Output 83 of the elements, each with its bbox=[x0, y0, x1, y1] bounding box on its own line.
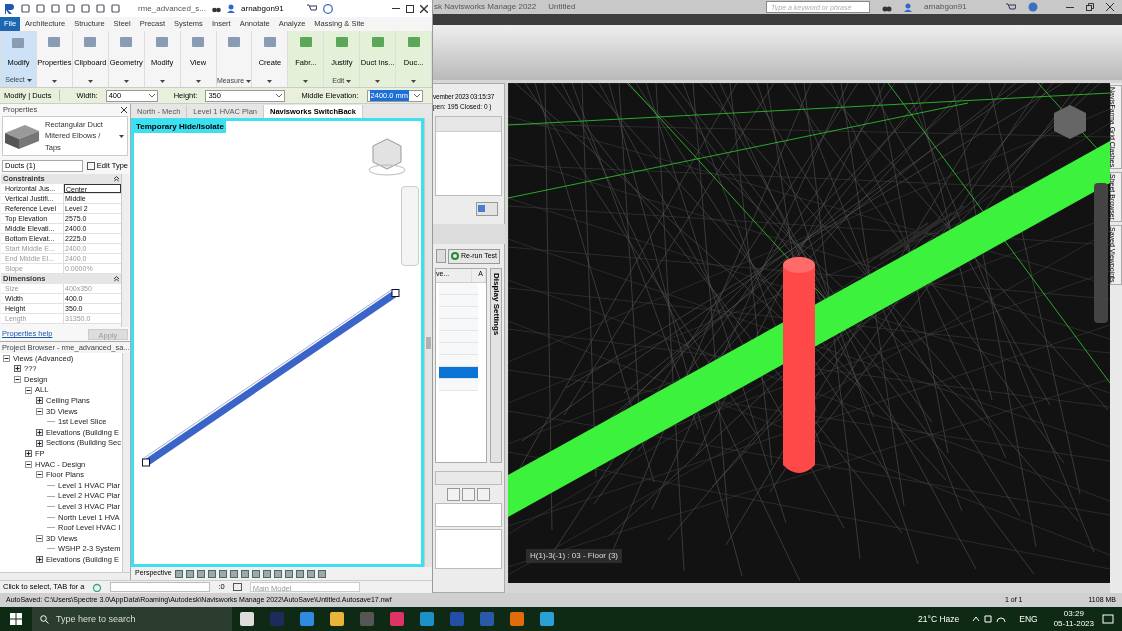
search-icon bbox=[40, 615, 49, 624]
expander-icon[interactable] bbox=[3, 354, 10, 362]
close-icon bbox=[1106, 3, 1114, 11]
windows-icon bbox=[10, 613, 22, 625]
scrollbar[interactable] bbox=[122, 353, 130, 572]
view-cube-icon bbox=[367, 137, 407, 177]
caret-icon bbox=[119, 134, 124, 138]
caret-icon bbox=[413, 93, 420, 98]
app-icon bbox=[479, 611, 495, 627]
toolbar-button[interactable] bbox=[462, 487, 475, 501]
tool-icon bbox=[370, 35, 385, 49]
scrollbar[interactable] bbox=[121, 174, 129, 327]
app-icon bbox=[389, 611, 405, 627]
export-button[interactable] bbox=[476, 201, 498, 216]
cart-icon bbox=[1006, 2, 1016, 12]
display-settings-tab[interactable]: Display Settings bbox=[490, 267, 502, 463]
cart-icon bbox=[307, 4, 318, 13]
expander-icon[interactable] bbox=[36, 534, 43, 542]
user-icon bbox=[904, 2, 912, 12]
minimize-icon[interactable] bbox=[1066, 6, 1074, 8]
app-icon bbox=[299, 611, 315, 627]
expander-icon[interactable] bbox=[36, 471, 43, 479]
maximize-icon bbox=[406, 4, 414, 13]
app-icon bbox=[239, 611, 255, 627]
expander-icon[interactable] bbox=[36, 556, 43, 564]
app-icon bbox=[269, 611, 285, 627]
input-field[interactable] bbox=[435, 470, 502, 485]
toolbar-button[interactable] bbox=[435, 249, 446, 263]
document-title: rme_advanced_s... bbox=[138, 2, 207, 15]
collapse-icon bbox=[114, 176, 119, 182]
tool-icon bbox=[83, 35, 98, 49]
close-icon bbox=[420, 4, 428, 13]
caret-icon bbox=[148, 93, 155, 98]
tool-icon bbox=[47, 35, 62, 49]
language-indicator[interactable]: ENG bbox=[1019, 612, 1038, 626]
view-mode-badge: Temporary Hide/Isolate bbox=[134, 121, 226, 133]
tool-icon bbox=[406, 35, 421, 49]
app-icon bbox=[449, 611, 465, 627]
app-icon bbox=[539, 611, 555, 627]
app-icon bbox=[419, 611, 435, 627]
app-logo-icon bbox=[4, 3, 15, 14]
restore-icon bbox=[1086, 3, 1094, 11]
user-name[interactable]: arnabgon91 bbox=[241, 2, 302, 15]
app-icon bbox=[359, 611, 375, 627]
expander-icon[interactable] bbox=[25, 450, 32, 458]
viewport-label: H(1)-3(-1) : 03 - Floor (3) bbox=[526, 549, 622, 563]
user-icon bbox=[227, 4, 236, 13]
expander-icon[interactable] bbox=[25, 386, 32, 394]
tool-icon bbox=[262, 35, 277, 49]
toolbar-button[interactable] bbox=[477, 487, 490, 501]
taskbar-search-field[interactable]: Type here to search bbox=[32, 607, 232, 631]
app-icon bbox=[329, 611, 345, 627]
document-title: Untitled bbox=[548, 1, 576, 13]
expander-icon[interactable] bbox=[14, 365, 21, 373]
toolbar-button[interactable] bbox=[447, 487, 460, 501]
tool-icon bbox=[119, 35, 134, 49]
tool-icon bbox=[11, 36, 26, 50]
edit-type-icon bbox=[86, 161, 95, 170]
close-icon bbox=[121, 107, 127, 113]
expander-icon[interactable] bbox=[36, 397, 43, 405]
expander-icon[interactable] bbox=[36, 407, 43, 415]
scrollbar[interactable] bbox=[424, 118, 432, 567]
clock[interactable]: 03:29 05-11-2023 bbox=[1053, 609, 1094, 629]
tool-icon bbox=[334, 35, 349, 49]
scrollbar[interactable] bbox=[0, 572, 130, 580]
tool-icon bbox=[298, 35, 313, 49]
weather-text: 21°C Haze bbox=[918, 612, 960, 626]
navigation-bar[interactable] bbox=[401, 186, 419, 266]
dropdown-field[interactable] bbox=[110, 582, 211, 592]
user-name[interactable]: arnabgon91 bbox=[924, 1, 994, 13]
expander-icon[interactable] bbox=[36, 428, 43, 436]
caret-icon bbox=[276, 93, 283, 98]
tool-icon bbox=[155, 35, 170, 49]
app-icon bbox=[509, 611, 525, 627]
notification-icon bbox=[1102, 613, 1114, 625]
window-title: sk Navisworks Manage 2022 bbox=[434, 1, 537, 13]
tool-icon bbox=[227, 35, 241, 49]
expander-icon[interactable] bbox=[14, 376, 21, 383]
expander-icon[interactable] bbox=[36, 439, 43, 447]
refresh-icon bbox=[450, 252, 459, 260]
collapse-icon bbox=[114, 276, 119, 282]
tool-icon bbox=[191, 35, 206, 49]
expander-icon[interactable] bbox=[25, 460, 32, 468]
